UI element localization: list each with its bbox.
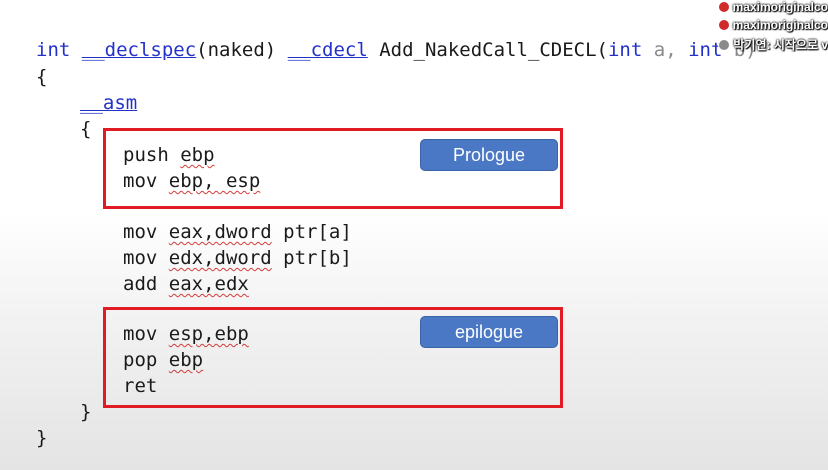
- param-a: a,: [642, 39, 689, 61]
- arg-edx-dword: edx,dword: [168, 247, 272, 269]
- close-brace-inner: }: [80, 401, 92, 423]
- keyword-int-a: int: [607, 39, 643, 61]
- op-mov-2: mov: [123, 247, 158, 269]
- arg-ptr-a: ptr[a]: [271, 221, 352, 243]
- asm-keyword: __asm: [80, 92, 138, 114]
- arg-ptr-b: ptr[b]: [271, 247, 352, 269]
- keyword-cdecl: __cdecl: [287, 39, 368, 61]
- op-add: add: [123, 273, 158, 295]
- chat-message-3: 박기연: 시작으로 v: [718, 36, 828, 53]
- asm-add-line: add eax,edx: [123, 272, 249, 296]
- asm-mov-edx-line: mov edx,dword ptr[b]: [123, 246, 352, 270]
- epilogue-label: epilogue: [420, 316, 558, 348]
- chat-text-1: maximoriginalco: [732, 0, 828, 14]
- code-slide: int __declspec(naked) __cdecl Add_NakedC…: [0, 0, 828, 470]
- chat-text-2: maximoriginalco: [732, 18, 828, 32]
- prologue-label: Prologue: [420, 139, 558, 171]
- chat-message-1: maximoriginalco: [717, 0, 828, 14]
- naked-spec: (naked): [196, 39, 288, 61]
- close-brace-outer: }: [36, 427, 48, 449]
- chat-avatar-icon: [718, 38, 731, 51]
- op-mov-1: mov: [123, 221, 158, 243]
- chat-avatar-icon: [717, 1, 730, 13]
- arg-eax-dword: eax,dword: [168, 221, 272, 243]
- open-brace-outer: {: [36, 66, 48, 88]
- arg-eax-edx: eax,edx: [168, 273, 249, 295]
- keyword-declspec: __declspec: [81, 39, 197, 61]
- chat-text-3: 박기연: 시작으로 v: [733, 38, 828, 52]
- chat-avatar-icon: [717, 19, 730, 31]
- asm-mov-eax-line: mov eax,dword ptr[a]: [123, 220, 352, 244]
- function-name: Add_NakedCall_CDECL(: [367, 39, 608, 61]
- function-signature: int __declspec(naked) __cdecl Add_NakedC…: [36, 38, 757, 62]
- keyword-int-b: int: [688, 39, 723, 61]
- keyword-int: int: [36, 39, 71, 61]
- open-brace-inner: {: [80, 118, 92, 140]
- chat-message-2: maximoriginalco: [717, 18, 828, 32]
